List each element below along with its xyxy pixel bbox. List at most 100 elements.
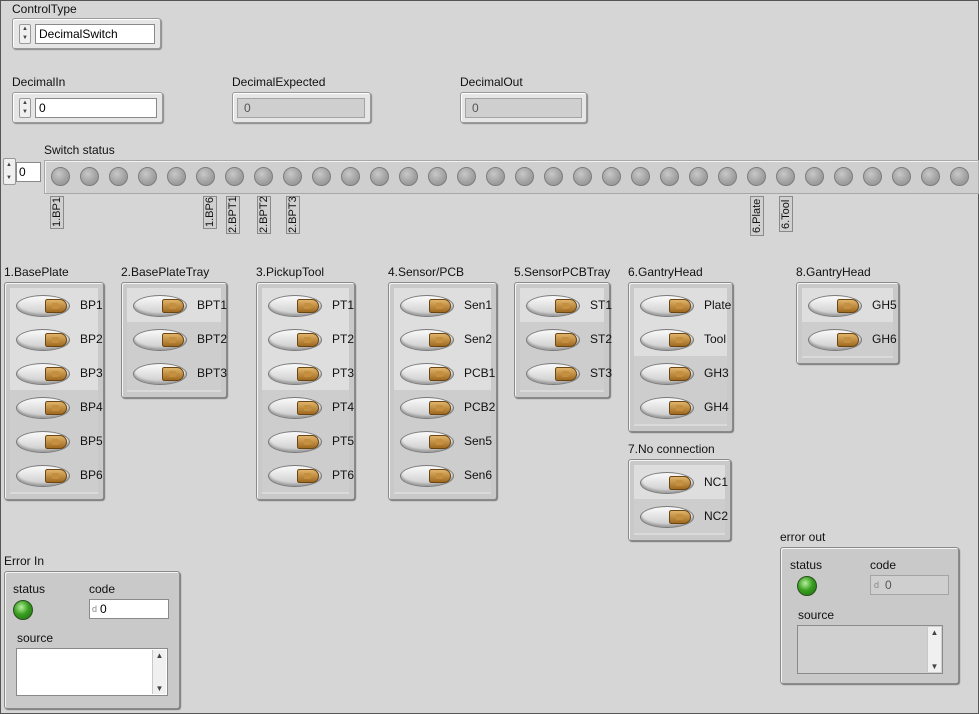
toggle-switch[interactable] bbox=[640, 329, 694, 351]
switch-knob-icon bbox=[669, 299, 691, 313]
toggle-switch[interactable] bbox=[268, 363, 322, 385]
spin-up-icon[interactable]: ▲ bbox=[20, 25, 30, 34]
switch-row: BPT1 bbox=[127, 288, 227, 322]
switch-status-led bbox=[602, 167, 621, 186]
cluster-title-sensor-pcb: 4.Sensor/PCB bbox=[388, 265, 465, 279]
toggle-switch[interactable] bbox=[268, 465, 322, 487]
toggle-switch[interactable] bbox=[268, 329, 322, 351]
toggle-switch[interactable] bbox=[16, 363, 70, 385]
error-in-source-scrollbar[interactable]: ▲ ▼ bbox=[152, 650, 166, 694]
switch-label: BPT3 bbox=[197, 366, 228, 380]
status-tag-plate: 6.Plate bbox=[750, 196, 764, 236]
toggle-switch[interactable] bbox=[400, 431, 454, 453]
toggle-switch[interactable] bbox=[268, 295, 322, 317]
switch-status-led bbox=[863, 167, 882, 186]
error-in-status-led[interactable] bbox=[13, 600, 33, 620]
switch-row: Sen1 bbox=[394, 288, 492, 322]
toggle-switch[interactable] bbox=[268, 431, 322, 453]
switch-knob-icon bbox=[429, 333, 451, 347]
scroll-up-icon[interactable]: ▲ bbox=[153, 651, 166, 660]
toggle-switch[interactable] bbox=[526, 363, 580, 385]
error-in-code-field[interactable]: d 0 bbox=[89, 599, 169, 619]
switch-status-led bbox=[370, 167, 389, 186]
decimal-out-field: 0 bbox=[465, 98, 582, 118]
decimal-in-spinner[interactable]: ▲ ▼ bbox=[19, 98, 31, 118]
cluster-gantryhead-8: GH5 GH6 bbox=[796, 282, 899, 364]
toggle-switch[interactable] bbox=[16, 465, 70, 487]
switch-label: Sen5 bbox=[464, 434, 493, 448]
switch-status-led bbox=[776, 167, 795, 186]
scroll-up-icon[interactable]: ▲ bbox=[928, 628, 941, 637]
switch-knob-icon bbox=[45, 435, 67, 449]
cluster-body: GH5 GH6 bbox=[802, 288, 897, 358]
spin-down-icon[interactable]: ▼ bbox=[20, 34, 30, 43]
toggle-switch[interactable] bbox=[400, 465, 454, 487]
error-out-source-scrollbar[interactable]: ▲ ▼ bbox=[927, 627, 941, 672]
control-type-field[interactable]: DecimalSwitch bbox=[35, 24, 155, 44]
cluster-baseplate: BP1 BP2 BP3 BP4 BP5 BP6 bbox=[4, 282, 104, 500]
error-in-source-field[interactable]: ▲ ▼ bbox=[16, 648, 168, 696]
switch-knob-icon bbox=[45, 333, 67, 347]
toggle-switch[interactable] bbox=[133, 329, 187, 351]
switch-label: PT5 bbox=[332, 434, 355, 448]
control-type-spinner[interactable]: ▲ ▼ bbox=[19, 24, 31, 44]
switch-status-led bbox=[660, 167, 679, 186]
toggle-switch[interactable] bbox=[640, 506, 694, 528]
toggle-switch[interactable] bbox=[640, 397, 694, 419]
toggle-switch[interactable] bbox=[640, 363, 694, 385]
error-out-title: error out bbox=[780, 530, 826, 544]
switch-knob-icon bbox=[429, 299, 451, 313]
toggle-switch[interactable] bbox=[133, 363, 187, 385]
toggle-switch[interactable] bbox=[16, 397, 70, 419]
switch-row: PCB2 bbox=[394, 390, 495, 424]
cluster-body: BP1 BP2 BP3 BP4 BP5 BP6 bbox=[10, 288, 103, 494]
decimal-out-indicator: 0 bbox=[460, 92, 587, 123]
decimal-in-field[interactable]: 0 bbox=[35, 98, 157, 118]
toggle-switch[interactable] bbox=[526, 295, 580, 317]
switch-status-led bbox=[312, 167, 331, 186]
scroll-down-icon[interactable]: ▼ bbox=[928, 662, 941, 671]
switch-status-led bbox=[573, 167, 592, 186]
toggle-switch[interactable] bbox=[400, 295, 454, 317]
toggle-switch[interactable] bbox=[640, 472, 694, 494]
switch-row: GH6 bbox=[802, 322, 897, 356]
switch-status-led bbox=[892, 167, 911, 186]
cluster-baseplatetray: BPT1 BPT2 BPT3 bbox=[121, 282, 227, 398]
switch-knob-icon bbox=[555, 299, 577, 313]
toggle-switch[interactable] bbox=[400, 397, 454, 419]
error-out-source-label: source bbox=[798, 608, 835, 622]
cluster-body: ST1 ST2 ST3 bbox=[520, 288, 612, 392]
switch-row: BPT2 bbox=[127, 322, 227, 356]
toggle-switch[interactable] bbox=[268, 397, 322, 419]
switch-knob-icon bbox=[837, 333, 859, 347]
switch-row: BP2 bbox=[10, 322, 103, 356]
switch-label: BPT1 bbox=[197, 298, 228, 312]
toggle-switch[interactable] bbox=[133, 295, 187, 317]
spin-up-icon[interactable]: ▲ bbox=[20, 99, 30, 108]
toggle-switch[interactable] bbox=[640, 295, 694, 317]
error-in-code-label: code bbox=[89, 582, 116, 596]
switch-row: Sen2 bbox=[394, 322, 492, 356]
switch-row: ST2 bbox=[520, 322, 612, 356]
toggle-switch[interactable] bbox=[16, 329, 70, 351]
switch-status-index-field[interactable]: 0 bbox=[16, 162, 41, 182]
toggle-switch[interactable] bbox=[16, 295, 70, 317]
toggle-switch[interactable] bbox=[400, 329, 454, 351]
cluster-no-connection: NC1 NC2 bbox=[628, 459, 731, 541]
decimal-expected-label: DecimalExpected bbox=[232, 75, 326, 89]
toggle-switch[interactable] bbox=[808, 295, 862, 317]
toggle-switch[interactable] bbox=[400, 363, 454, 385]
scroll-down-icon[interactable]: ▼ bbox=[153, 684, 166, 693]
switch-status-label: Switch status bbox=[44, 143, 115, 157]
spin-up-icon[interactable]: ▲ bbox=[4, 159, 14, 171]
toggle-switch[interactable] bbox=[808, 329, 862, 351]
toggle-switch[interactable] bbox=[16, 431, 70, 453]
switch-row: PT5 bbox=[262, 424, 354, 458]
spin-down-icon[interactable]: ▼ bbox=[20, 108, 30, 117]
switch-knob-icon bbox=[429, 401, 451, 415]
toggle-switch[interactable] bbox=[526, 329, 580, 351]
switch-row: NC2 bbox=[634, 499, 728, 533]
switch-row: GH5 bbox=[802, 288, 897, 322]
switch-status-index-spinner[interactable]: ▲ ▼ bbox=[3, 158, 16, 185]
spin-down-icon[interactable]: ▼ bbox=[4, 172, 14, 184]
